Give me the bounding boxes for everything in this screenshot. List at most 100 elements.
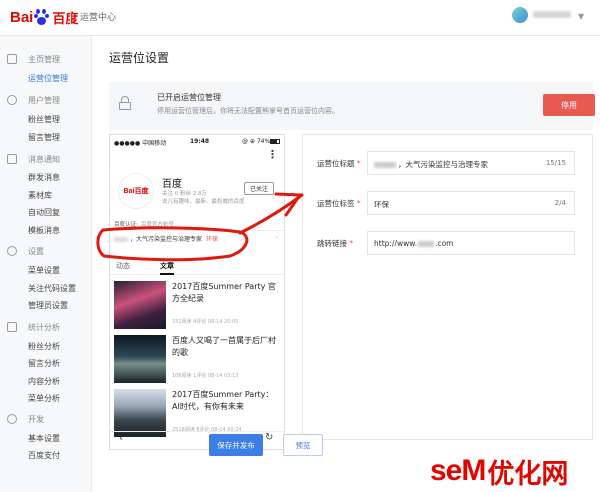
back-icon[interactable]: ‹ [119,433,123,444]
label-text: 跳转链接 [317,239,347,248]
sidebar-item-auto-reply[interactable]: 自动回复 [28,207,60,218]
user-icon [7,95,17,105]
ops-tag-input[interactable]: 环保 2/4 [367,191,575,215]
article-thumbnail [114,281,166,329]
jump-link-input[interactable]: http://www. .com [367,231,575,255]
list-item[interactable]: 百度人又喝了一首属于后厂村的歌 106阅读 1评论 08-14 03:13 [110,335,284,387]
list-item[interactable]: 2017百度Summer Party 官方全纪录 332阅读 4评论 08-14… [110,281,284,333]
phone-tabs: 动态 文章 [110,259,284,275]
phone-preview: ●●●●● 中国移动 19:48 @ ⊕ 74% ⋮ Bai百度 百度 关注 0… [109,134,285,450]
auth-value: 百度官方帐号 [140,222,174,228]
lock-icon [119,96,131,110]
main-content: 运营位设置 已开启运营位管理 停用运营位管理后，你将无法配置熊掌号首页运营位内容… [93,36,600,492]
top-bar: Bai 百度 运营中心 ▼ [0,0,600,36]
home-icon [7,54,17,64]
refresh-icon[interactable]: ↻ [265,432,273,443]
sidebar-item-menu-analysis[interactable]: 菜单分析 [28,393,60,404]
ops-tag: 环保 [206,236,219,243]
profile-logo-text: Bai百度 [123,188,149,195]
follow-button[interactable]: 已关注 [244,182,274,195]
notice-title: 已开启运营位管理 [157,93,221,102]
sidebar-item-baidu-pay[interactable]: 百度支付 [28,450,60,461]
profile-logo: Bai百度 [118,173,154,209]
sidebar-group-title[interactable]: 消息通知 [28,154,60,165]
username-blurred[interactable] [533,11,571,18]
chevron-down-icon[interactable]: ▼ [578,12,584,21]
auth-label: 百度认证: [114,222,138,228]
profile-stats: 关注 0 粉丝 2.8万 [162,191,207,197]
sidebar-item-content-analysis[interactable]: 内容分析 [28,376,60,387]
input-value-tail: .com [435,239,454,248]
article-meta: 332阅读 4评论 08-14 20:00 [172,319,239,325]
watermark: seM 优化网 [430,453,569,490]
sidebar-item-ops-position[interactable]: 运营位管理 [28,73,68,84]
tab-articles[interactable]: 文章 [160,261,174,271]
watermark-cn: 优化网 [487,458,569,490]
field-label: 运营位标题 * [317,159,361,168]
page-title: 运营位设置 [109,51,170,65]
profile-name: 百度 [162,179,182,190]
sidebar-item-broadcast[interactable]: 群发消息 [28,172,60,183]
paw-icon [34,9,50,25]
phone-status-bar: ●●●●● 中国移动 19:48 @ ⊕ 74% [110,135,284,149]
preview-button[interactable]: 预览 [283,434,323,456]
blurred-text [418,241,435,247]
sidebar-item-comments[interactable]: 留言管理 [28,132,60,143]
blurred-text [114,237,128,242]
sidebar-group-title[interactable]: 用户管理 [28,95,60,106]
logo-cn: 百度 [52,11,79,27]
sidebar-item-comment-analysis[interactable]: 留言分析 [28,358,60,369]
sidebar-item-follow-code[interactable]: 关注代码设置 [28,283,76,294]
status-notice: 已开启运营位管理 停用运营位管理后，你将无法配置熊掌号首页运营位内容。 停用 [109,82,595,130]
battery-icon [270,139,280,144]
chevron-right-icon: › [275,234,278,241]
ops-title-input[interactable]: ，大气污染监控与治理专家 15/15 [367,151,575,175]
avatar[interactable] [512,7,528,23]
profile-intro: 说儿有趣味，最新、最权威的百度 [162,199,245,205]
sidebar-group-title[interactable]: 设置 [28,246,44,257]
sidebar-item-fans-analysis[interactable]: 粉丝分析 [28,341,60,352]
article-meta: 106阅读 1评论 08-14 03:13 [172,373,239,379]
ops-position-bar[interactable]: ，大气污染监控与治理专家 环保 › [114,234,280,248]
settings-icon [7,246,17,256]
ops-text: ，大气污染监控与治理专家 [130,236,203,243]
stop-button[interactable]: 停用 [543,94,595,116]
input-value: http://www. [374,239,418,248]
save-publish-button[interactable]: 保存并发布 [209,434,263,456]
char-count: 2/4 [554,199,566,207]
input-value: 环保 [374,200,389,209]
mail-icon [7,154,17,164]
sidebar-item-menu-settings[interactable]: 菜单设置 [28,265,60,276]
watermark-latin: seM [430,454,486,487]
baidu-logo[interactable]: Bai 百度 [10,7,78,27]
article-title: 2017百度Summer Party：AI时代，有你有未来 [172,390,274,411]
label-text: 运营位标题 [317,159,355,168]
auth-info: 百度认证: 百度官方帐号 [114,220,174,228]
phone-time: 19:48 [190,138,210,145]
sidebar-group-title[interactable]: 主页管理 [28,54,60,65]
notice-desc: 停用运营位管理后，你将无法配置熊掌号首页运营位内容。 [157,107,339,115]
label-text: 运营位标签 [317,199,355,208]
phone-status-right: @ ⊕ 74% [242,138,271,145]
sidebar-item-basic-settings[interactable]: 基本设置 [28,433,60,444]
form-panel: 运营位标题 * ，大气污染监控与治理专家 15/15 运营位标签 * 环保 2/… [302,134,593,440]
blurred-text [374,162,396,168]
article-thumbnail [114,335,166,383]
tab-underline [160,273,174,275]
field-label: 跳转链接 * [317,239,354,248]
tab-dynamic[interactable]: 动态 [116,261,130,271]
article-title: 百度人又喝了一首属于后厂村的歌 [172,336,276,357]
sidebar-item-admin-settings[interactable]: 管理员设置 [28,300,68,311]
sidebar-item-templates[interactable]: 模板消息 [28,225,60,236]
carrier: ●●●●● 中国移动 [114,140,167,147]
dev-icon [7,414,17,424]
sidebar-group-title[interactable]: 开发 [28,414,44,425]
sidebar-item-materials[interactable]: 素材库 [28,190,52,201]
more-icon[interactable]: ⋮ [267,149,278,160]
sidebar-group-title[interactable]: 统计分析 [28,322,60,333]
form-row-title: 运营位标题 * ，大气污染监控与治理专家 15/15 [303,151,594,175]
logo-latin: Bai [10,8,34,26]
stats-icon [7,322,17,332]
sidebar-item-fans[interactable]: 粉丝管理 [28,114,60,125]
form-row-link: 跳转链接 * http://www. .com [303,231,594,255]
